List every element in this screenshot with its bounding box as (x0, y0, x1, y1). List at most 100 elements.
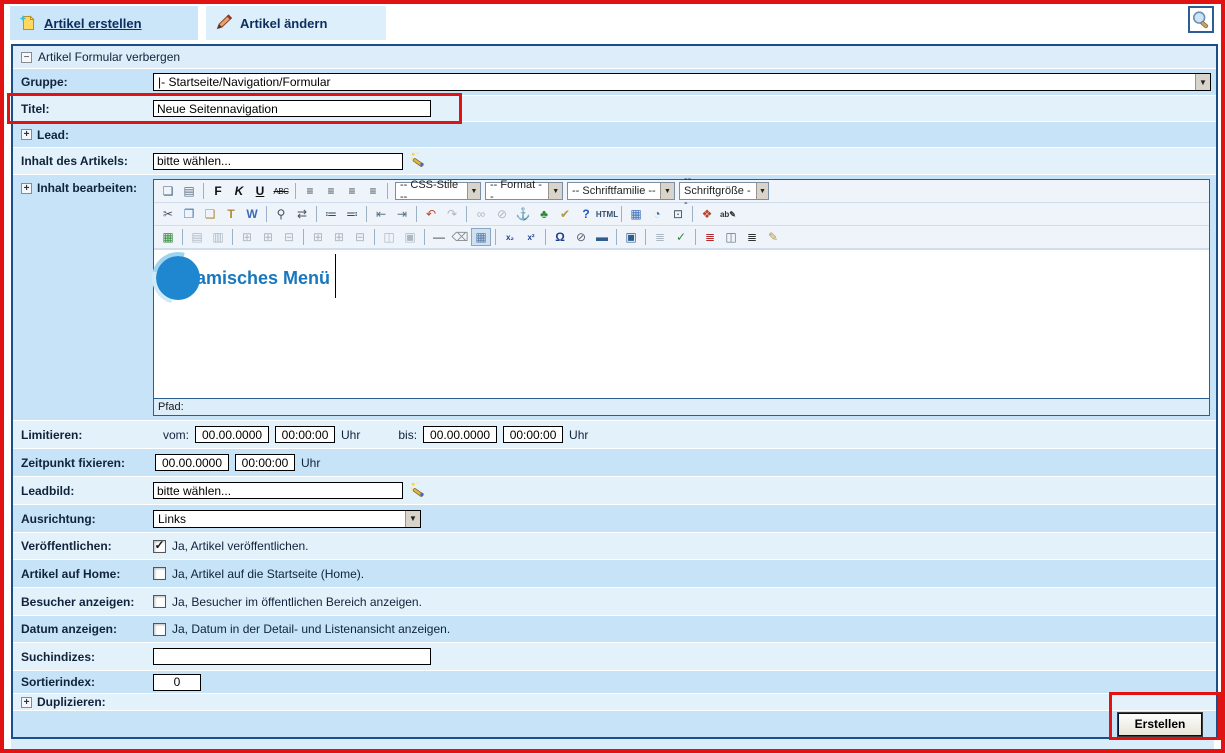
underline-icon[interactable]: U (250, 182, 270, 200)
bold-icon[interactable]: F (208, 182, 228, 200)
align-justify-icon[interactable]: ≡ (363, 182, 383, 200)
paste-from-word-icon[interactable]: W (242, 205, 262, 223)
find-replace-icon[interactable]: ⇄ (292, 205, 312, 223)
tab-artikel-erstellen[interactable]: Artikel erstellen (10, 6, 198, 40)
format-select[interactable]: -- Format --▼ (485, 182, 563, 200)
inhalt-bearbeiten-row: + Inhalt bearbeiten: ❏▤FKUABC≡≡≡≡ -- CSS… (13, 175, 1216, 421)
datum-anzeigen-text: Ja, Datum in der Detail- und Listenansic… (172, 622, 450, 636)
new-document-icon[interactable]: ❏ (158, 182, 178, 200)
form-collapse-header[interactable]: − Artikel Formular verbergen (13, 46, 1216, 69)
css-styles-select[interactable]: -- CSS-Stile --▼ (395, 182, 481, 200)
print-icon[interactable]: ▤ (179, 182, 199, 200)
insert-media-icon[interactable]: ⊘ (571, 228, 591, 246)
editor-content-area[interactable]: dynamisches Menü (154, 249, 1209, 398)
link-icon: ∞ (471, 205, 491, 223)
limitieren-vom-time-input[interactable] (275, 426, 335, 443)
special-character-icon[interactable]: Ω (550, 228, 570, 246)
leadbild-input[interactable] (153, 482, 403, 499)
zeitpunkt-date-input[interactable] (155, 454, 229, 471)
cleanup-icon[interactable]: ✔ (555, 205, 575, 223)
toolbar-separator (424, 229, 425, 245)
datum-anzeigen-checkbox[interactable]: ✓ (153, 623, 166, 636)
inhalt-des-artikels-input[interactable] (153, 153, 403, 170)
text-color-icon[interactable]: ❖ (697, 205, 717, 223)
editor-status-bar: Pfad: (154, 398, 1209, 415)
magic-wand-icon[interactable] (409, 481, 426, 501)
numbered-list-icon[interactable]: ≕ (342, 205, 362, 223)
leadbild-label: Leadbild: (13, 484, 153, 498)
spellcheck-icon[interactable]: ab✎ (718, 205, 738, 223)
outdent-icon[interactable]: ⇤ (371, 205, 391, 223)
chevron-down-icon[interactable]: ▼ (1195, 74, 1210, 90)
magnifier-icon[interactable] (1188, 6, 1214, 33)
undo-icon[interactable]: ↶ (421, 205, 441, 223)
insert-time-icon[interactable]: ◔ (647, 205, 667, 223)
limitieren-label: Limitieren: (13, 428, 153, 442)
superscript-icon[interactable]: x² (521, 228, 541, 246)
suchindizes-input[interactable] (153, 648, 431, 665)
titel-input[interactable] (153, 100, 431, 117)
titel-row: Titel: (13, 96, 1216, 122)
zeitpunkt-time-input[interactable] (235, 454, 295, 471)
insert-date-icon[interactable]: ▦ (626, 205, 646, 223)
gruppe-select[interactable]: |- Startseite/Navigation/Formular ▼ (153, 73, 1211, 91)
abbreviation-icon[interactable]: ≣ (742, 228, 762, 246)
indent-icon[interactable]: ⇥ (392, 205, 412, 223)
toolbar-separator (616, 229, 617, 245)
limitieren-vom-date-input[interactable] (195, 426, 269, 443)
magic-wand-icon[interactable] (409, 151, 426, 171)
image-icon[interactable]: ♣ (534, 205, 554, 223)
horizontal-rule-icon[interactable]: — (429, 228, 449, 246)
font-size-select[interactable]: -- Schriftgröße --▼ (679, 182, 769, 200)
cut-icon[interactable]: ✂ (158, 205, 178, 223)
align-center-icon[interactable]: ≡ (321, 182, 341, 200)
artikel-auf-home-checkbox[interactable]: ✓ (153, 567, 166, 580)
besucher-anzeigen-row: Besucher anzeigen: ✓ Ja, Besucher im öff… (13, 588, 1216, 616)
visual-chars-icon[interactable]: ≣ (700, 228, 720, 246)
nonbreaking-space-icon[interactable]: ▬ (592, 228, 612, 246)
tab-artikel-aendern[interactable]: Artikel ändern (206, 6, 386, 40)
limitieren-bis-time-input[interactable] (503, 426, 563, 443)
align-left-icon[interactable]: ≡ (300, 182, 320, 200)
html-source-icon[interactable]: HTML (597, 205, 617, 223)
remove-format-icon[interactable]: ⌫ (450, 228, 470, 246)
font-family-select[interactable]: -- Schriftfamilie --▼ (567, 182, 675, 200)
lead-expand-icon[interactable]: + (21, 129, 32, 140)
toolbar-separator (692, 206, 693, 222)
citation-icon[interactable]: ◫ (721, 228, 741, 246)
strikethrough-icon[interactable]: ABC (271, 182, 291, 200)
editor-toolbar-row-1: ❏▤FKUABC≡≡≡≡ -- CSS-Stile --▼ -- Format … (154, 180, 1209, 203)
help-icon[interactable]: ? (576, 205, 596, 223)
subscript-icon[interactable]: x₂ (500, 228, 520, 246)
align-right-icon[interactable]: ≡ (342, 182, 362, 200)
paste-icon[interactable]: ❏ (200, 205, 220, 223)
preview-icon[interactable]: ⊡ (668, 205, 688, 223)
unlink-icon: ⊘ (492, 205, 512, 223)
fullscreen-icon[interactable]: ▣ (621, 228, 641, 246)
anchor-icon[interactable]: ⚓ (513, 205, 533, 223)
insert-table-icon[interactable]: ▦ (158, 228, 178, 246)
collapse-minus-icon[interactable]: − (21, 52, 32, 63)
zeitpunkt-fixieren-row: Zeitpunkt fixieren: Uhr (13, 449, 1216, 477)
insert-template-icon[interactable]: ✓ (671, 228, 691, 246)
paste-as-text-icon[interactable]: T (221, 205, 241, 223)
toolbar-separator (416, 206, 417, 222)
copy-icon[interactable]: ❐ (179, 205, 199, 223)
delete-column-icon: ⊟ (350, 228, 370, 246)
limitieren-row: Limitieren: vom: Uhr bis: Uhr (13, 421, 1216, 449)
italic-icon[interactable]: K (229, 182, 249, 200)
erstellen-button[interactable]: Erstellen (1118, 713, 1202, 736)
duplizieren-expand-icon[interactable]: + (21, 697, 32, 708)
bullet-list-icon[interactable]: ≔ (321, 205, 341, 223)
veroeffentlichen-checkbox[interactable]: ✓ (153, 540, 166, 553)
ausrichtung-select[interactable]: Links ▼ (153, 510, 421, 528)
edit-attributes-icon[interactable]: ✎ (763, 228, 783, 246)
inhalt-bearbeiten-expand-icon[interactable]: + (21, 183, 32, 194)
sortierindex-input[interactable] (153, 674, 201, 691)
chevron-down-icon[interactable]: ▼ (405, 511, 420, 527)
toggle-guidelines-icon[interactable]: ▦ (471, 228, 491, 246)
find-icon[interactable]: ⚲ (271, 205, 291, 223)
besucher-anzeigen-checkbox[interactable]: ✓ (153, 595, 166, 608)
limitieren-bis-date-input[interactable] (423, 426, 497, 443)
duplizieren-row: + Duplizieren: (13, 694, 1216, 711)
